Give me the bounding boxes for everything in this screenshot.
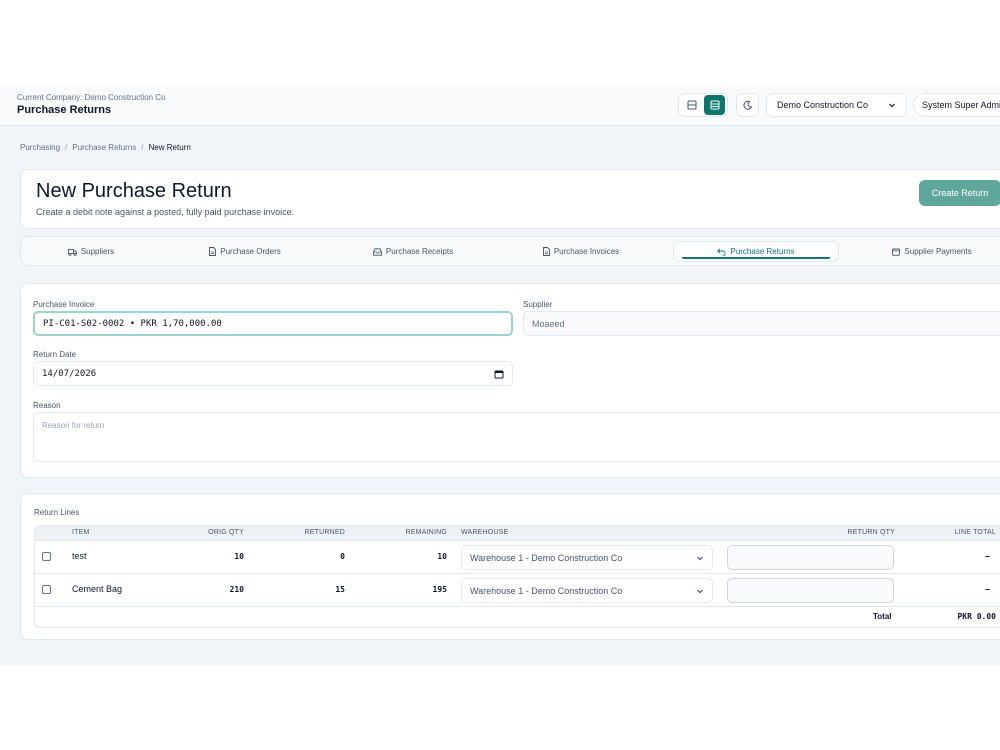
supplier-label: Supplier	[523, 300, 553, 309]
return-form-card: Purchase Invoice PI-C01-S02-0002 • PKR 1…	[20, 283, 1000, 478]
total-label: Total	[873, 612, 892, 621]
row-warehouse-value: Warehouse 1 - Demo Construction Co	[470, 552, 623, 563]
return-lines-card: Return Lines Item Orig Qty Returned Rema…	[20, 493, 1000, 640]
breadcrumb-separator: /	[141, 143, 144, 152]
page-heading: Purchase Returns	[17, 104, 112, 116]
chevron-down-icon	[889, 103, 895, 108]
table-row: test 10 0 10 Warehouse 1 - Demo Construc…	[35, 541, 1000, 574]
breadcrumb-purchase-returns[interactable]: Purchase Returns	[72, 143, 136, 152]
theme-toggle-button[interactable]	[736, 93, 759, 117]
row-item: Cement Bag	[72, 584, 123, 594]
page-header-card: New Purchase Return Create a debit note …	[20, 169, 1000, 229]
document-icon	[209, 247, 217, 256]
user-name: System Super Admin	[922, 100, 1000, 110]
tab-label: Purchase Receipts	[385, 247, 454, 256]
row-warehouse-value: Warehouse 1 - Demo Construction Co	[470, 585, 623, 596]
purchase-invoice-value: PI-C01-S02-0002 • PKR 1,70,000.00	[43, 318, 222, 329]
reason-label: Reason	[33, 401, 61, 410]
breadcrumb-purchasing[interactable]: Purchasing	[20, 143, 60, 152]
row-item: test	[72, 551, 87, 561]
row-warehouse-select[interactable]: Warehouse 1 - Demo Construction Co	[461, 545, 713, 570]
row-orig-qty: 210	[229, 585, 244, 594]
wide-layout-button[interactable]	[704, 95, 725, 115]
tab-label: Purchase Orders	[220, 247, 281, 256]
row-returned: 15	[335, 585, 345, 594]
table-header: Item Orig Qty Returned Remaining Warehou…	[35, 526, 1000, 541]
row-return-qty-input[interactable]	[727, 545, 894, 570]
top-bar: Current Company: Demo Construction Co Pu…	[0, 85, 1000, 126]
column-orig-qty: Orig Qty	[208, 529, 244, 536]
tab-supplier-payments[interactable]: Supplier Payments	[879, 241, 985, 262]
purchase-invoice-select[interactable]: PI-C01-S02-0002 • PKR 1,70,000.00	[33, 311, 513, 336]
supplier-value: Moaeed	[532, 318, 565, 329]
column-returned: Returned	[304, 529, 345, 536]
page-title: New Purchase Return	[36, 180, 232, 202]
row-remaining: 10	[437, 552, 447, 561]
tab-label: Purchase Invoices	[553, 247, 620, 256]
supplier-field: Moaeed	[523, 311, 1000, 336]
moon-icon	[742, 100, 752, 110]
column-remaining: Remaining	[405, 529, 447, 536]
compact-layout-button[interactable]	[681, 95, 702, 115]
column-warehouse: Warehouse	[461, 529, 509, 536]
row-line-total: –	[985, 551, 991, 561]
user-menu-button[interactable]: System Super Admin	[913, 93, 1000, 117]
tab-label: Purchase Returns	[730, 247, 795, 256]
return-date-value: 14/07/2026	[42, 368, 97, 379]
chevron-down-icon	[697, 589, 703, 593]
return-date-label: Return Date	[33, 350, 77, 359]
current-company-label: Current Company: Demo Construction Co	[17, 93, 166, 102]
columns-icon	[687, 100, 696, 110]
column-line-total: Line Total	[954, 529, 996, 536]
tab-purchase-returns[interactable]: Purchase Returns	[673, 241, 839, 262]
calendar-icon[interactable]	[494, 369, 504, 379]
reason-placeholder: Reason for return	[42, 421, 105, 430]
breadcrumb: Purchasing / Purchase Returns / New Retu…	[20, 143, 191, 152]
module-tabs: Suppliers Purchase Orders Purchase Recei…	[20, 236, 1000, 266]
column-return-qty: Return Qty	[847, 529, 895, 536]
purchase-invoice-label: Purchase Invoice	[33, 300, 95, 309]
reason-textarea[interactable]: Reason for return	[33, 412, 1000, 462]
row-return-qty-input[interactable]	[727, 578, 894, 603]
breadcrumb-current: New Return	[148, 143, 191, 152]
inbox-icon	[372, 247, 382, 256]
company-select-value: Demo Construction Co	[777, 100, 869, 110]
tab-purchase-invoices[interactable]: Purchase Invoices	[529, 241, 633, 262]
undo-icon	[717, 248, 726, 256]
tab-label: Supplier Payments	[904, 247, 972, 256]
tab-purchase-receipts[interactable]: Purchase Receipts	[355, 241, 471, 262]
tab-purchase-orders[interactable]: Purchase Orders	[193, 241, 297, 262]
rows-icon	[710, 100, 719, 110]
row-select-checkbox[interactable]	[42, 585, 51, 594]
tab-suppliers[interactable]: Suppliers	[33, 241, 149, 262]
page-subtitle: Create a debit note against a posted, fu…	[36, 207, 295, 217]
row-select-checkbox[interactable]	[42, 552, 51, 561]
return-lines-title: Return Lines	[34, 508, 80, 517]
total-value: PKR 0.00	[957, 612, 996, 621]
truck-icon	[67, 248, 77, 256]
row-warehouse-select[interactable]: Warehouse 1 - Demo Construction Co	[461, 578, 713, 603]
table-row: Cement Bag 210 15 195 Warehouse 1 - Demo…	[35, 574, 1000, 607]
tab-label: Suppliers	[80, 247, 115, 256]
wallet-icon	[892, 248, 901, 256]
row-returned: 0	[340, 552, 345, 561]
row-line-total: –	[985, 584, 991, 594]
row-orig-qty: 10	[234, 552, 244, 561]
row-remaining: 195	[432, 585, 447, 594]
breadcrumb-separator: /	[65, 143, 68, 152]
create-return-button[interactable]: Create Return	[919, 180, 1000, 206]
company-select[interactable]: Demo Construction Co	[766, 93, 907, 117]
chevron-down-icon	[697, 556, 703, 560]
layout-toggle	[678, 93, 728, 117]
return-lines-table: Item Orig Qty Returned Remaining Warehou…	[34, 525, 1000, 628]
document-icon	[542, 247, 550, 256]
return-date-input[interactable]: 14/07/2026	[33, 361, 513, 386]
column-item: Item	[72, 529, 90, 536]
app-shell: Current Company: Demo Construction Co Pu…	[0, 85, 1000, 665]
